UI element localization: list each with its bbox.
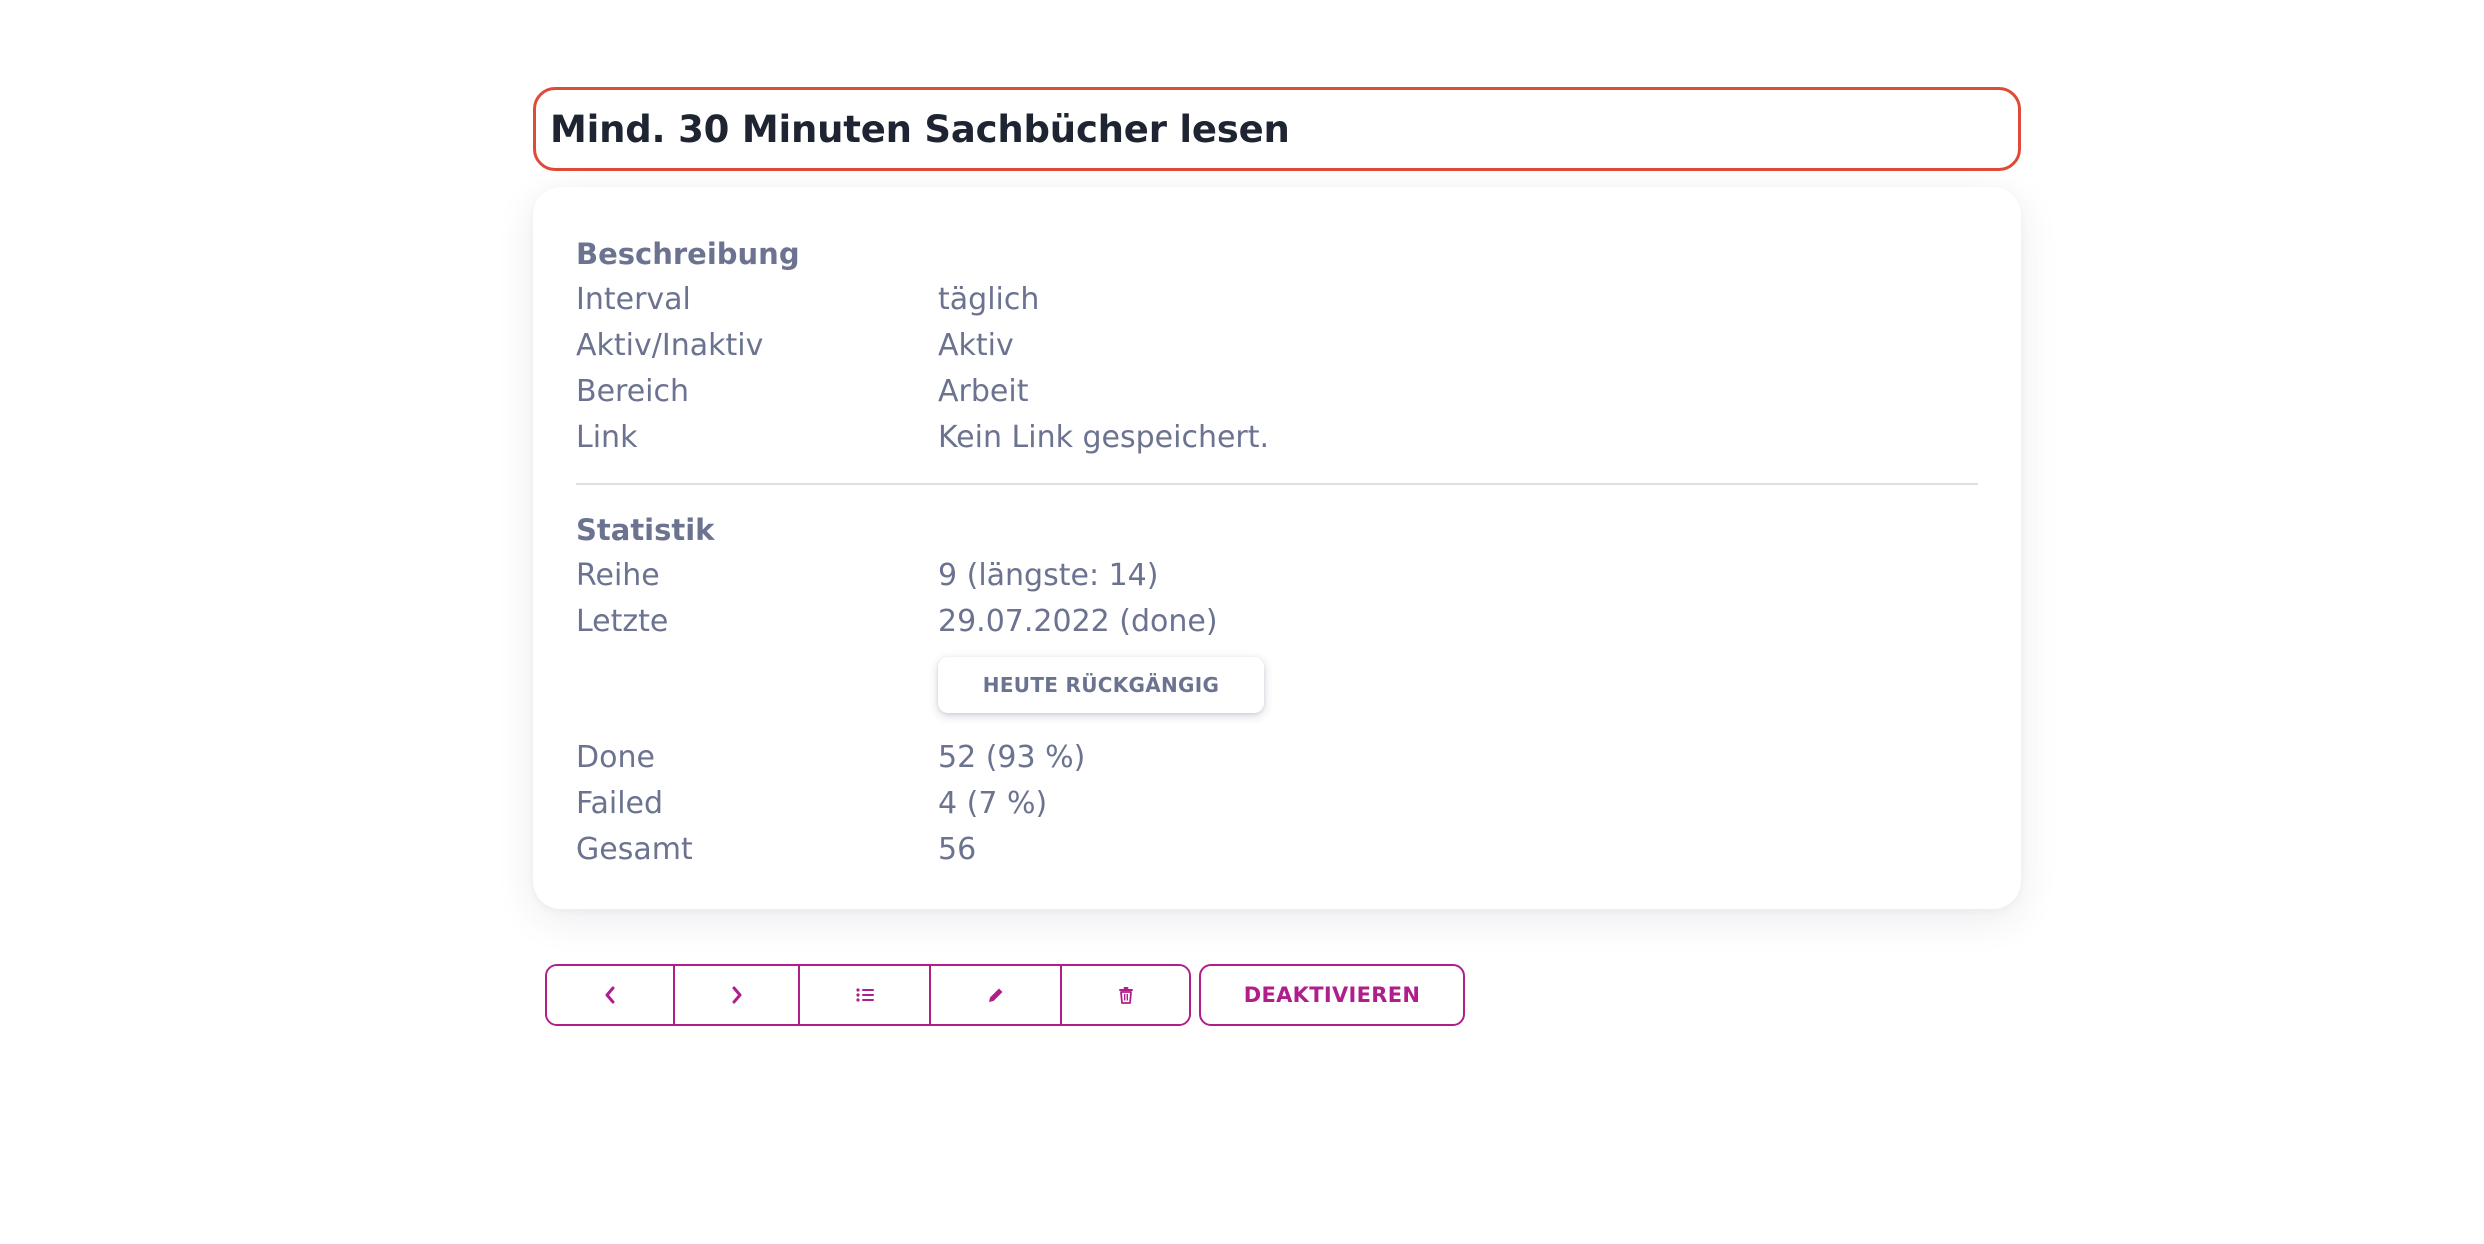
area-label: Bereich	[576, 374, 690, 409]
section-divider	[576, 483, 1978, 485]
streak-label: Reihe	[576, 558, 660, 593]
habit-title-field-wrapper	[533, 87, 2021, 171]
habit-detail: Beschreibung Interval täglich Aktiv/Inak…	[533, 87, 2021, 909]
pencil-icon	[987, 986, 1005, 1004]
area-value: Arbeit	[938, 374, 1029, 409]
done-label: Done	[576, 740, 655, 775]
list-icon	[855, 988, 874, 1002]
streak-row: Reihe 9 (längste: 14)	[576, 553, 1978, 599]
failed-value: 4 (7 %)	[938, 786, 1048, 821]
active-row: Aktiv/Inaktiv Aktiv	[576, 323, 1978, 369]
failed-row: Failed 4 (7 %)	[576, 781, 1978, 827]
trash-icon	[1118, 986, 1134, 1004]
previous-button[interactable]	[547, 966, 673, 1024]
interval-label: Interval	[576, 282, 691, 317]
interval-row: Interval täglich	[576, 277, 1978, 323]
streak-value: 9 (längste: 14)	[938, 558, 1159, 593]
done-row: Done 52 (93 %)	[576, 735, 1978, 781]
last-label: Letzte	[576, 604, 669, 639]
habit-detail-card: Beschreibung Interval täglich Aktiv/Inak…	[533, 187, 2021, 909]
last-value: 29.07.2022 (done)	[938, 604, 1218, 639]
active-label: Aktiv/Inaktiv	[576, 328, 764, 363]
done-value: 52 (93 %)	[938, 740, 1086, 775]
chevron-left-icon	[603, 986, 617, 1004]
habit-title-input[interactable]	[550, 107, 2018, 151]
active-value: Aktiv	[938, 328, 1014, 363]
total-row: Gesamt 56	[576, 827, 1978, 873]
edit-button[interactable]	[929, 966, 1060, 1024]
failed-label: Failed	[576, 786, 664, 821]
total-label: Gesamt	[576, 832, 693, 867]
undo-today-button[interactable]: HEUTE RÜCKGÄNGIG	[938, 657, 1264, 713]
list-button[interactable]	[798, 966, 929, 1024]
habit-toolbar: DEAKTIVIEREN	[545, 964, 1465, 1026]
delete-button[interactable]	[1060, 966, 1189, 1024]
next-button[interactable]	[673, 966, 798, 1024]
deactivate-button[interactable]: DEAKTIVIEREN	[1199, 964, 1465, 1026]
link-value: Kein Link gespeichert.	[938, 420, 1270, 455]
total-value: 56	[938, 832, 977, 867]
chevron-right-icon	[730, 986, 744, 1004]
link-label: Link	[576, 420, 638, 455]
area-row: Bereich Arbeit	[576, 369, 1978, 415]
last-row: Letzte 29.07.2022 (done)	[576, 599, 1978, 645]
description-heading: Beschreibung	[576, 237, 800, 271]
undo-row: HEUTE RÜCKGÄNGIG	[576, 657, 1978, 713]
statistics-heading: Statistik	[576, 513, 715, 547]
navigation-button-group	[545, 964, 1191, 1026]
link-row: Link Kein Link gespeichert.	[576, 415, 1978, 461]
interval-value: täglich	[938, 282, 1040, 317]
